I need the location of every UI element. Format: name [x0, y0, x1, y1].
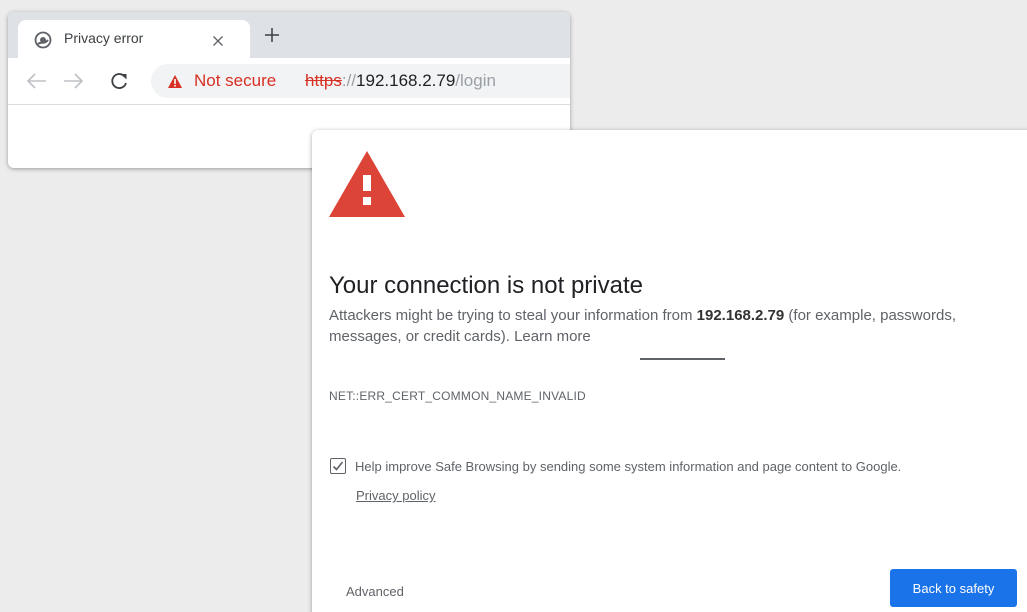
- learn-more-underline: [640, 358, 725, 360]
- error-code[interactable]: NET::ERR_CERT_COMMON_NAME_INVALID: [329, 388, 586, 404]
- learn-more-link[interactable]: Learn more: [514, 328, 591, 345]
- tab-privacy-error[interactable]: Privacy error: [18, 20, 250, 58]
- tab-title: Privacy error: [64, 30, 144, 46]
- large-warning-icon: [329, 151, 405, 217]
- address-bar[interactable]: Not secure https://192.168.2.79/login: [151, 64, 570, 98]
- forward-arrow-icon[interactable]: [62, 70, 86, 92]
- toolbar-divider: [8, 104, 570, 105]
- url-separator: ://: [341, 71, 357, 90]
- stage: Privacy error Not secure https://192.168…: [0, 0, 1027, 612]
- privacy-policy-link[interactable]: Privacy policy: [356, 488, 435, 504]
- tab-strip: Privacy error: [8, 12, 570, 58]
- safe-browsing-label[interactable]: Help improve Safe Browsing by sending so…: [355, 459, 901, 475]
- reload-icon[interactable]: [108, 70, 132, 92]
- explanation-text: Attackers might be trying to steal your …: [329, 305, 1009, 347]
- checkmark-icon: [332, 461, 344, 471]
- privacy-error-page: Your connection is not private Attackers…: [312, 130, 1027, 612]
- warning-triangle-icon: [168, 75, 182, 88]
- back-to-safety-button[interactable]: Back to safety: [890, 569, 1017, 607]
- globe-error-icon: [34, 31, 52, 49]
- url-host: 192.168.2.79: [356, 71, 456, 90]
- safe-browsing-checkbox[interactable]: [330, 458, 346, 474]
- url-path: /login: [455, 71, 496, 90]
- explanation-host: 192.168.2.79: [696, 307, 785, 324]
- page-title: Your connection is not private: [329, 272, 643, 299]
- close-tab-icon[interactable]: [211, 34, 225, 48]
- url-scheme: https: [305, 71, 342, 90]
- new-tab-icon[interactable]: [264, 27, 280, 43]
- explanation-prefix: Attackers might be trying to steal your …: [329, 307, 697, 324]
- toolbar: Not secure https://192.168.2.79/login: [8, 58, 570, 104]
- back-arrow-icon[interactable]: [24, 70, 48, 92]
- advanced-button[interactable]: Advanced: [346, 584, 404, 600]
- security-status[interactable]: Not secure: [194, 71, 276, 91]
- url-text[interactable]: https://192.168.2.79/login: [305, 71, 496, 91]
